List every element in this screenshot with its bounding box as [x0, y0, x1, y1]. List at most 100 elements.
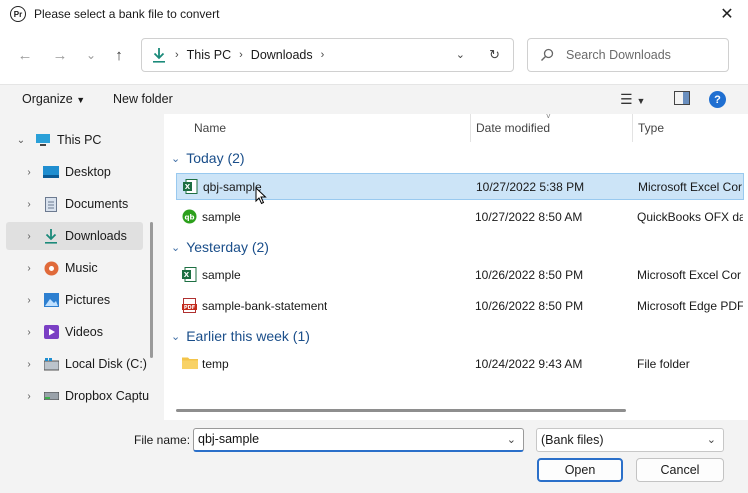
refresh-icon[interactable]: ↻	[489, 47, 500, 63]
file-name: sample	[202, 268, 241, 282]
tree-item-pictures[interactable]: › Pictures	[14, 286, 151, 314]
pictures-icon	[43, 293, 59, 307]
svg-text:PDF: PDF	[184, 305, 195, 311]
new-folder-button[interactable]: New folder	[113, 92, 173, 106]
tree-item-desktop[interactable]: › Desktop	[14, 158, 151, 186]
open-button[interactable]: Open	[537, 458, 623, 482]
horizontal-scrollbar[interactable]	[176, 409, 626, 412]
downloads-arrow-icon	[151, 47, 167, 63]
chevron-right-icon[interactable]: ›	[321, 49, 325, 61]
svg-text:X: X	[184, 271, 190, 279]
tree-item-this-pc[interactable]: ⌄ This PC	[6, 126, 143, 154]
breadcrumb-this-pc[interactable]: This PC	[187, 48, 231, 62]
chevron-down-icon[interactable]: ⌄	[171, 152, 180, 165]
file-row[interactable]: temp 10/24/2022 9:43 AM File folder	[176, 351, 744, 378]
breadcrumb-downloads[interactable]: Downloads	[251, 48, 313, 62]
group-header-earlier-this-week[interactable]: ⌄ Earlier this week (1)	[168, 324, 310, 348]
recent-locations-button[interactable]: ⌄	[80, 44, 102, 66]
navigation-pane: ⌄ This PC › Desktop › Documents › Downlo…	[0, 114, 158, 420]
tree-item-documents[interactable]: › Documents	[14, 190, 151, 218]
forward-button[interactable]: →	[49, 44, 71, 66]
file-date: 10/27/2022 5:38 PM	[476, 180, 585, 194]
chevron-right-icon[interactable]: ›	[23, 263, 35, 274]
file-type-select[interactable]: (Bank files) ⌄	[536, 428, 724, 452]
tree-item-local-disk[interactable]: › Local Disk (C:)	[14, 350, 151, 378]
file-type: File folder	[637, 357, 690, 371]
chevron-down-icon[interactable]: ⌄	[171, 241, 180, 254]
file-row[interactable]: X sample 10/26/2022 8:50 PM Microsoft Ex…	[176, 262, 744, 289]
file-date: 10/26/2022 8:50 PM	[475, 299, 584, 313]
back-button[interactable]: ←	[14, 44, 36, 66]
tree-item-dropbox[interactable]: › Dropbox Captu	[14, 382, 151, 410]
file-row[interactable]: X qbj-sample 10/27/2022 5:38 PM Microsof…	[176, 173, 744, 205]
chevron-right-icon[interactable]: ›	[23, 391, 35, 402]
column-divider[interactable]	[470, 114, 471, 142]
chevron-right-icon[interactable]: ›	[23, 327, 35, 338]
file-row[interactable]: qb sample 10/27/2022 8:50 AM QuickBooks …	[176, 204, 744, 231]
excel-icon: X	[182, 267, 197, 282]
chevron-right-icon[interactable]: ›	[23, 231, 35, 242]
mouse-cursor-icon	[255, 187, 267, 205]
help-icon[interactable]: ?	[709, 91, 726, 108]
group-header-today[interactable]: ⌄ Today (2)	[168, 146, 245, 170]
file-type-value: (Bank files)	[541, 433, 604, 447]
chevron-down-icon[interactable]: ⌄	[456, 48, 465, 61]
file-name: qbj-sample	[203, 180, 262, 194]
file-row[interactable]: PDF sample-bank-statement 10/26/2022 8:5…	[176, 293, 744, 320]
chevron-right-icon[interactable]: ›	[239, 49, 243, 61]
file-name-input[interactable]	[198, 432, 498, 446]
up-button[interactable]: ↑	[108, 44, 130, 66]
cancel-button[interactable]: Cancel	[636, 458, 724, 482]
drive-icon	[43, 389, 59, 403]
column-header-date[interactable]: Date modified	[476, 114, 550, 142]
desktop-icon	[43, 165, 59, 179]
column-header-name[interactable]: Name	[194, 114, 226, 142]
tree-label: Dropbox Captu	[65, 389, 150, 403]
file-type: Microsoft Excel Cor	[637, 268, 742, 282]
navigation-scrollbar[interactable]	[150, 222, 153, 358]
title-bar: Pr Please select a bank file to convert …	[0, 0, 748, 28]
chevron-right-icon[interactable]: ›	[23, 295, 35, 306]
file-type: QuickBooks OFX da	[637, 210, 743, 224]
column-header-type[interactable]: Type	[638, 114, 664, 142]
svg-text:X: X	[185, 183, 191, 191]
address-bar[interactable]: › This PC › Downloads › ⌄ ↻	[141, 38, 514, 72]
view-options-icon[interactable]: ☰ ▼	[620, 91, 645, 108]
group-label: Earlier this week (1)	[186, 328, 310, 344]
close-button[interactable]: ✕	[716, 4, 738, 24]
chevron-down-icon[interactable]: ⌄	[707, 433, 716, 446]
search-input[interactable]	[566, 48, 726, 62]
group-label: Today (2)	[186, 150, 245, 166]
chevron-right-icon[interactable]: ›	[23, 167, 35, 178]
tree-item-videos[interactable]: › Videos	[14, 318, 151, 346]
tree-label: Desktop	[65, 165, 111, 179]
chevron-down-icon[interactable]: ⌄	[507, 433, 516, 446]
tree-item-music[interactable]: › Music	[14, 254, 151, 282]
preview-pane-icon[interactable]	[674, 91, 690, 108]
file-type: Microsoft Edge PDF	[637, 299, 743, 313]
chevron-down-icon[interactable]: ⌄	[15, 135, 27, 146]
file-name-label: File name:	[134, 433, 191, 447]
file-name: sample	[202, 210, 241, 224]
disk-icon	[43, 357, 59, 371]
command-bar: Organize ▼ New folder ☰ ▼ ?	[0, 84, 748, 112]
column-divider[interactable]	[632, 114, 633, 142]
organize-menu[interactable]: Organize ▼	[22, 92, 85, 106]
file-name-field[interactable]: ⌄	[193, 428, 524, 452]
file-date: 10/27/2022 8:50 AM	[475, 210, 583, 224]
tree-label: Videos	[65, 325, 103, 339]
file-type: Microsoft Excel Cor	[638, 180, 743, 194]
app-icon: Pr	[10, 6, 26, 22]
tree-item-downloads[interactable]: › Downloads	[6, 222, 143, 250]
chevron-right-icon[interactable]: ›	[23, 359, 35, 370]
search-box[interactable]	[527, 38, 729, 72]
group-label: Yesterday (2)	[186, 239, 269, 255]
music-icon	[43, 261, 59, 275]
group-header-yesterday[interactable]: ⌄ Yesterday (2)	[168, 235, 269, 259]
file-date: 10/24/2022 9:43 AM	[475, 357, 583, 371]
folder-icon	[182, 356, 198, 371]
chevron-down-icon[interactable]: ⌄	[171, 330, 180, 343]
chevron-right-icon[interactable]: ›	[23, 199, 35, 210]
file-list: Name ˅ Date modified Type ⌄ Today (2) X …	[164, 112, 748, 420]
downloads-icon	[43, 229, 59, 244]
